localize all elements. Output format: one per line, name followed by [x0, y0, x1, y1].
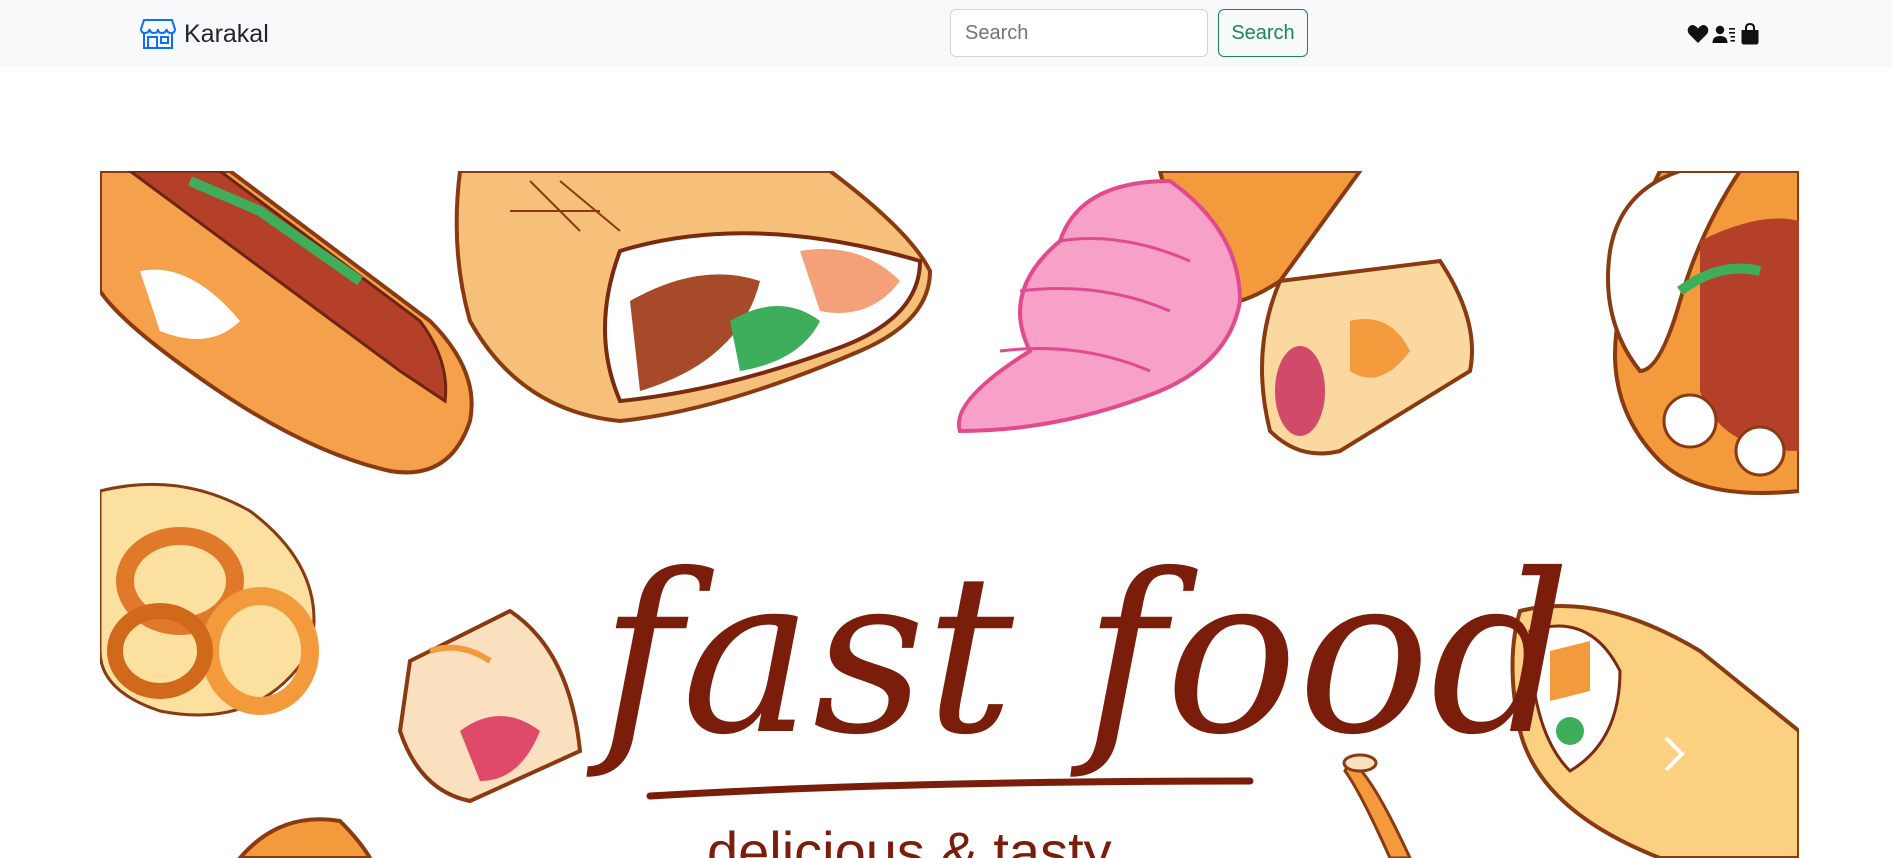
pastry-illustration [1260, 258, 1474, 456]
burger-illustration [1606, 171, 1799, 495]
hero-subtitle: delicious & tasty [707, 820, 1112, 858]
hero-carousel: fast food delicious & tasty [100, 171, 1799, 858]
onion-rings-illustration [100, 482, 319, 717]
burrito-illustration [454, 171, 933, 424]
search-input[interactable] [950, 9, 1208, 57]
title-underline [646, 777, 1254, 800]
search-button[interactable]: Search [1218, 9, 1308, 57]
hero-title: fast food [586, 527, 1571, 783]
shop-icon [140, 19, 176, 49]
fast-food-illustration: fast food delicious & tasty [100, 171, 1799, 858]
heart-icon[interactable] [1686, 22, 1710, 46]
chevron-right-icon[interactable] [1642, 724, 1702, 784]
brand-name: Karakal [184, 19, 269, 48]
sandwich-illustration [100, 171, 474, 475]
person-lines-icon[interactable] [1712, 22, 1736, 46]
nav-icons [1686, 22, 1762, 46]
navbar: Karakal Search [0, 0, 1892, 67]
chevron-left-icon[interactable] [196, 724, 256, 784]
brand-link[interactable]: Karakal [140, 14, 269, 54]
food-fragment-illustration [237, 817, 373, 858]
dumpling-illustration [397, 608, 583, 804]
bag-icon[interactable] [1738, 22, 1762, 46]
